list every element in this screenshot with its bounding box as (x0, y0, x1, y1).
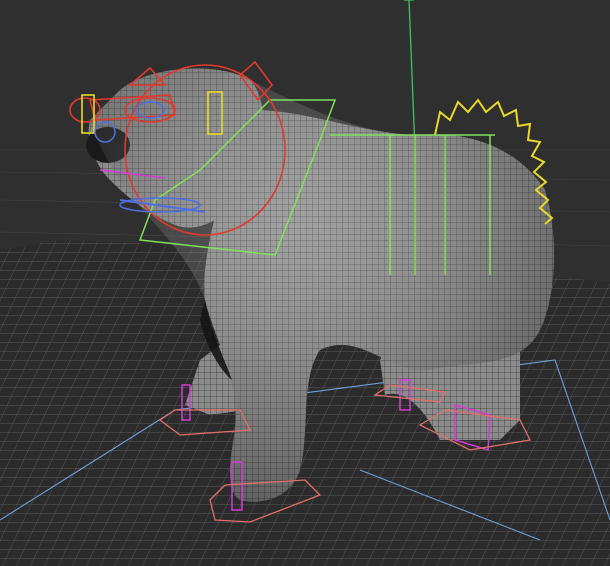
y-axis-gizmo[interactable] (404, 0, 416, 151)
viewport-canvas[interactable] (0, 0, 610, 566)
3d-viewport[interactable] (0, 0, 610, 566)
